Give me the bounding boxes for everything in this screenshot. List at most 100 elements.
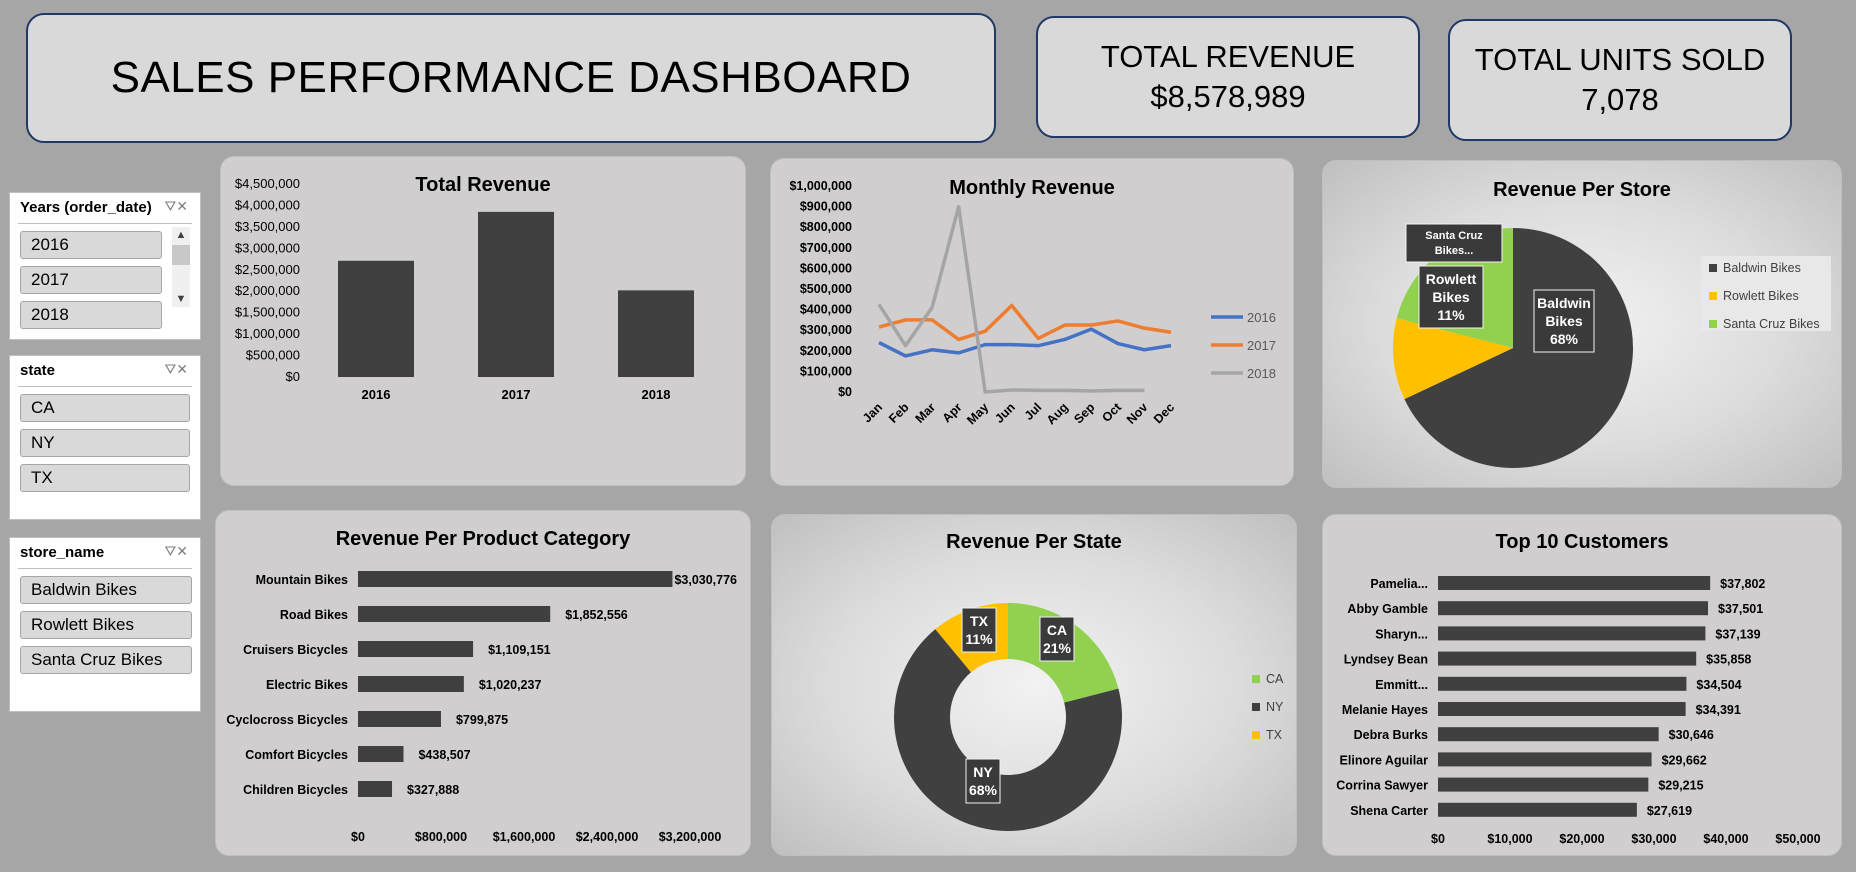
- bar: [1438, 576, 1711, 590]
- slicer-item-rowlett[interactable]: Rowlett Bikes: [20, 611, 192, 639]
- y-tick-label: Electric Bikes: [266, 678, 348, 692]
- legend-label: Santa Cruz Bikes: [1723, 317, 1820, 331]
- slicer-item-baldwin[interactable]: Baldwin Bikes: [20, 576, 192, 604]
- x-tick-label: Apr: [940, 400, 965, 425]
- x-tick-label: $1,600,000: [493, 830, 556, 844]
- dashboard-title: SALES PERFORMANCE DASHBOARD: [110, 53, 912, 102]
- clear-filter-icon[interactable]: ⛛✕: [165, 361, 189, 378]
- data-label: $799,875: [456, 713, 508, 727]
- y-tick-label: Emmitt...: [1375, 678, 1428, 692]
- kpi-total-revenue: TOTAL REVENUE $8,578,989: [1036, 16, 1420, 138]
- kpi-label: TOTAL REVENUE: [1100, 39, 1356, 74]
- bar: [338, 260, 414, 377]
- x-tick-label: Jul: [1022, 400, 1045, 423]
- x-tick-label: 2018: [642, 387, 671, 402]
- data-label: $327,888: [407, 783, 459, 797]
- legend-swatch: [1252, 675, 1260, 683]
- slicer-item-ca[interactable]: CA: [20, 394, 190, 422]
- legend-swatch: [1709, 320, 1717, 328]
- x-tick-label: May: [964, 400, 991, 427]
- scroll-thumb[interactable]: [172, 245, 190, 265]
- data-label: Bikes: [1545, 313, 1583, 329]
- y-tick-label: Children Bicycles: [243, 783, 348, 797]
- slicer-scrollbar[interactable]: ▲ ▼: [172, 227, 190, 307]
- y-tick-label: Elinore Aguilar: [1340, 753, 1429, 767]
- chart-revenue-per-category: Revenue Per Product Category Mountain Bi…: [215, 510, 751, 856]
- legend-label: Rowlett Bikes: [1723, 289, 1799, 303]
- slicer-item-santa-cruz[interactable]: Santa Cruz Bikes: [20, 646, 192, 674]
- bar: [1438, 802, 1637, 817]
- data-label: Bikes...: [1435, 245, 1474, 257]
- data-label: TX: [970, 613, 989, 629]
- y-tick-label: $0: [838, 385, 852, 399]
- legend-swatch: [1709, 264, 1717, 272]
- data-label: $438,507: [418, 748, 470, 762]
- y-tick-label: $4,000,000: [235, 197, 300, 212]
- data-label: $27,619: [1647, 804, 1692, 818]
- donut-chart-svg: CA 21% NY 68% TX 11% CA NY TX: [894, 603, 1284, 831]
- x-tick-label: $0: [351, 830, 365, 844]
- slicer-state: state ⛛✕ CA NY TX: [9, 355, 201, 520]
- chevron-up-icon[interactable]: ▲: [172, 227, 190, 243]
- y-tick-label: Cyclocross Bicycles: [226, 713, 348, 727]
- y-tick-label: $1,000,000: [789, 179, 852, 193]
- data-label: Rowlett: [1426, 271, 1477, 287]
- data-label: $29,662: [1662, 753, 1707, 767]
- data-label: 68%: [1550, 331, 1579, 347]
- x-tick-label: Nov: [1124, 400, 1151, 427]
- slicer-title: store_name: [20, 544, 105, 561]
- y-tick-label: Road Bikes: [280, 608, 348, 622]
- x-tick-label: $2,400,000: [576, 830, 639, 844]
- slicer-title: Years (order_date): [20, 199, 152, 216]
- y-tick-label: Melanie Hayes: [1342, 703, 1428, 717]
- legend-label: 2017: [1247, 338, 1276, 353]
- dashboard-title-card: SALES PERFORMANCE DASHBOARD: [26, 13, 996, 143]
- y-tick-label: $2,500,000: [235, 262, 300, 277]
- bar: [358, 676, 464, 692]
- legend-label: TX: [1266, 728, 1283, 742]
- chart-monthly-revenue: Monthly Revenue $0 $100,000 $200,000 $300,0…: [770, 158, 1294, 486]
- y-tick-label: Lyndsey Bean: [1344, 653, 1428, 667]
- chevron-down-icon[interactable]: ▼: [172, 291, 190, 307]
- clear-filter-icon[interactable]: ⛛✕: [165, 198, 189, 215]
- chart-revenue-per-state: Revenue Per State CA 21% NY 68% TX 11% CA NY TX: [771, 514, 1297, 856]
- hbar-chart-svg: Mountain Bikes $3,030,776 Road Bikes $1,852…: [226, 571, 737, 844]
- y-tick-label: $900,000: [800, 200, 852, 214]
- y-tick-label: $100,000: [800, 364, 852, 378]
- y-tick-label: Mountain Bikes: [256, 573, 348, 587]
- slicer-years: Years (order_date) ⛛✕ 2016 2017 2018 ▲ ▼: [9, 192, 201, 340]
- x-tick-label: Aug: [1044, 400, 1071, 427]
- legend-label: 2016: [1247, 310, 1276, 325]
- y-tick-label: Comfort Bicycles: [245, 748, 348, 762]
- slicer-item-ny[interactable]: NY: [20, 429, 190, 457]
- data-label: 11%: [965, 631, 993, 647]
- hbar-chart-svg: Pamelia... $37,802 Abby Gamble $37,501 Shary…: [1336, 576, 1821, 846]
- slicer-item-2016[interactable]: 2016: [20, 231, 162, 259]
- x-tick-label: Oct: [1099, 400, 1124, 425]
- x-tick-label: 2017: [502, 387, 531, 402]
- bar: [618, 290, 694, 377]
- x-tick-label: Jan: [860, 400, 885, 425]
- series-line: [877, 204, 1145, 394]
- x-tick-label: $10,000: [1487, 832, 1532, 846]
- series-line: [878, 327, 1172, 358]
- slicer-item-tx[interactable]: TX: [20, 464, 190, 492]
- kpi-value: 7,078: [1581, 82, 1659, 117]
- pie-chart-svg: Baldwin Bikes 68% Rowlett Bikes 11% Santa Cruz…: [1393, 223, 1831, 468]
- x-tick-label: $20,000: [1559, 832, 1604, 846]
- x-tick-label: $30,000: [1631, 832, 1676, 846]
- data-label: $35,858: [1706, 653, 1751, 667]
- data-label: Santa Cruz: [1425, 230, 1483, 242]
- slicer-item-2017[interactable]: 2017: [20, 266, 162, 294]
- x-tick-label: $40,000: [1703, 832, 1748, 846]
- y-tick-label: $1,000,000: [235, 326, 300, 341]
- chart-total-revenue: Total Revenue $0 $500,000 $1,000,000 $1,500…: [220, 156, 746, 486]
- slicer-item-2018[interactable]: 2018: [20, 301, 162, 329]
- y-tick-label: Abby Gamble: [1347, 602, 1428, 616]
- data-label: $1,852,556: [565, 608, 628, 622]
- y-tick-label: $0: [286, 369, 300, 384]
- data-label: 21%: [1043, 640, 1072, 656]
- clear-filter-icon[interactable]: ⛛✕: [165, 543, 189, 560]
- bar: [1438, 777, 1649, 792]
- data-label: Bikes: [1432, 289, 1470, 305]
